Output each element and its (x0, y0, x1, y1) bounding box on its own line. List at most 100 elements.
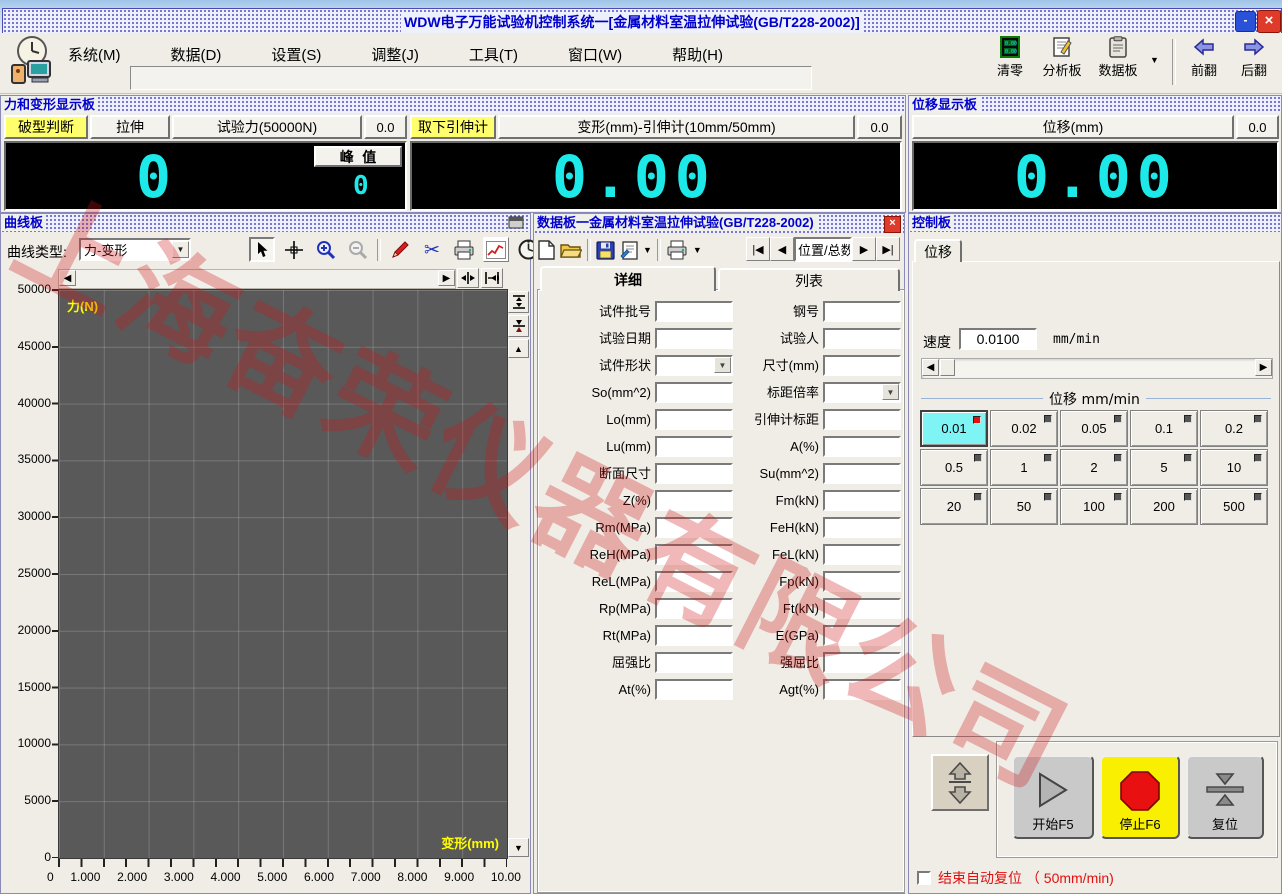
speed-button-5[interactable]: 5 (1130, 449, 1198, 486)
speed-button-100[interactable]: 100 (1060, 488, 1128, 525)
peak-button[interactable]: 峰 值 (314, 146, 402, 167)
speed-button-10[interactable]: 10 (1200, 449, 1268, 486)
field-input[interactable] (823, 517, 901, 538)
field-input[interactable] (823, 571, 901, 592)
chart-hscrollbar[interactable]: ◀ ▶ (58, 269, 456, 289)
zoom-in-tool-button[interactable] (313, 237, 339, 262)
slider-thumb[interactable] (940, 359, 955, 376)
new-file-button[interactable] (538, 240, 555, 260)
field-input[interactable] (823, 598, 901, 619)
slider-right-arrow[interactable]: ▶ (1255, 359, 1272, 376)
menu-help[interactable]: 帮助(H) (662, 41, 733, 68)
speed-button-50[interactable]: 50 (990, 488, 1058, 525)
speed-button-500[interactable]: 500 (1200, 488, 1268, 525)
gauge-ratio-combobox[interactable]: ▼ (823, 382, 901, 403)
report-chevron-down-icon[interactable]: ▼ (643, 245, 652, 255)
h-expand-button[interactable] (481, 268, 503, 288)
report-button[interactable] (620, 240, 638, 260)
restore-icon[interactable] (508, 216, 524, 229)
speed-button-20[interactable]: 20 (920, 488, 988, 525)
field-input[interactable] (823, 463, 901, 484)
displacement-display-value: 0.00 (1014, 143, 1178, 211)
data-print-button[interactable] (666, 240, 688, 260)
speed-slider[interactable]: ◀ ▶ (921, 358, 1273, 379)
field-input[interactable] (823, 544, 901, 565)
speed-button-1[interactable]: 1 (990, 449, 1058, 486)
chart-plot-area[interactable]: 力(N) 变形(mm) (58, 289, 508, 859)
speed-button-0.2[interactable]: 0.2 (1200, 410, 1268, 447)
nav-first-button[interactable]: |◀ (746, 237, 770, 261)
print-tool-button[interactable] (451, 237, 477, 262)
start-button[interactable]: 开始F5 (1012, 755, 1094, 839)
speed-input[interactable]: 0.0100 (959, 328, 1037, 350)
field-input[interactable] (823, 490, 901, 511)
stop-button[interactable]: 停止F6 (1100, 755, 1180, 839)
curve-type-select[interactable]: 力-变形 ▼ (79, 238, 191, 261)
tab-detail[interactable]: 详细 (540, 266, 716, 291)
menu-settings[interactable]: 设置(S) (261, 41, 331, 68)
v-expand-button[interactable] (508, 291, 529, 313)
speed-button-0.01[interactable]: 0.01 (920, 410, 988, 447)
speed-button-2[interactable]: 2 (1060, 449, 1128, 486)
speed-button-0.05[interactable]: 0.05 (1060, 410, 1128, 447)
next-page-button[interactable]: 后翻 (1232, 36, 1276, 79)
field-input[interactable] (823, 652, 901, 673)
nav-next-button[interactable]: ▶ (852, 237, 876, 261)
slider-left-arrow[interactable]: ◀ (922, 359, 939, 376)
v-compress-button[interactable] (508, 315, 529, 337)
speed-button-0.1[interactable]: 0.1 (1130, 410, 1198, 447)
prev-page-button[interactable]: 前翻 (1182, 36, 1226, 79)
pen-tool-button[interactable] (387, 237, 413, 262)
tensile-button[interactable]: 拉伸 (90, 115, 170, 139)
hscroll-left-arrow[interactable]: ◀ (59, 270, 76, 286)
speed-button-0.02[interactable]: 0.02 (990, 410, 1058, 447)
scissors-tool-button[interactable]: ✂ (419, 237, 445, 262)
chart-tool-button[interactable] (483, 237, 509, 262)
data-panel-close-button[interactable]: × (884, 216, 901, 233)
menu-system[interactable]: 系统(M) (58, 41, 131, 68)
field-input[interactable] (823, 409, 901, 430)
field-input[interactable] (823, 679, 901, 700)
open-folder-button[interactable] (560, 241, 582, 259)
clear-zero-button[interactable]: 0.00 0.00 清零 (988, 36, 1032, 79)
zoom-out-tool-button[interactable] (345, 237, 371, 262)
menu-data[interactable]: 数据(D) (161, 41, 232, 68)
x-tick-label: 1.000 (70, 870, 101, 884)
field-input[interactable] (823, 436, 901, 457)
hscroll-right-arrow[interactable]: ▶ (438, 270, 455, 286)
break-judge-button[interactable]: 破型判断 (4, 115, 88, 139)
nav-last-button[interactable]: ▶| (876, 237, 900, 261)
h-compress-button[interactable] (457, 268, 479, 288)
vscroll-up-arrow[interactable]: ▲ (508, 339, 529, 358)
cursor-tool-button[interactable] (249, 237, 275, 262)
analysis-board-button[interactable]: 分析板 (1036, 36, 1088, 79)
reset-button[interactable]: 复位 (1186, 755, 1264, 839)
x-tick-label: 7.000 (350, 870, 381, 884)
toolbar-chevron-down-icon[interactable]: ▼ (1150, 55, 1159, 65)
close-button[interactable]: × (1257, 10, 1281, 33)
vscroll-down-arrow[interactable]: ▼ (508, 838, 529, 857)
speed-button-0.5[interactable]: 0.5 (920, 449, 988, 486)
nav-prev-button[interactable]: ◀ (770, 237, 794, 261)
data-board-button[interactable]: 数据板 (1092, 36, 1144, 79)
chevron-down-icon[interactable]: ▼ (172, 241, 189, 258)
field-label: Rm(MPa) (595, 520, 651, 535)
print-chevron-down-icon[interactable]: ▼ (693, 245, 702, 255)
field-input[interactable] (823, 328, 901, 349)
tab-list[interactable]: 列表 (718, 268, 900, 291)
menu-tools[interactable]: 工具(T) (459, 41, 528, 68)
speed-button-200[interactable]: 200 (1130, 488, 1198, 525)
menu-window[interactable]: 窗口(W) (558, 41, 632, 68)
remove-extensometer-button[interactable]: 取下引伸计 (410, 115, 496, 139)
field-input[interactable] (823, 355, 901, 376)
auto-reset-checkbox[interactable] (917, 871, 931, 885)
crosshair-tool-button[interactable] (281, 237, 307, 262)
menu-adjust[interactable]: 调整(J) (361, 41, 429, 68)
minimize-button[interactable]: - (1235, 11, 1256, 32)
chevron-down-icon[interactable]: ▼ (882, 384, 899, 400)
tab-displacement[interactable]: 位移 (914, 239, 962, 262)
field-input[interactable] (823, 301, 901, 322)
save-button[interactable] (596, 240, 615, 260)
field-input[interactable] (823, 625, 901, 646)
jog-updown-button[interactable] (931, 754, 989, 811)
